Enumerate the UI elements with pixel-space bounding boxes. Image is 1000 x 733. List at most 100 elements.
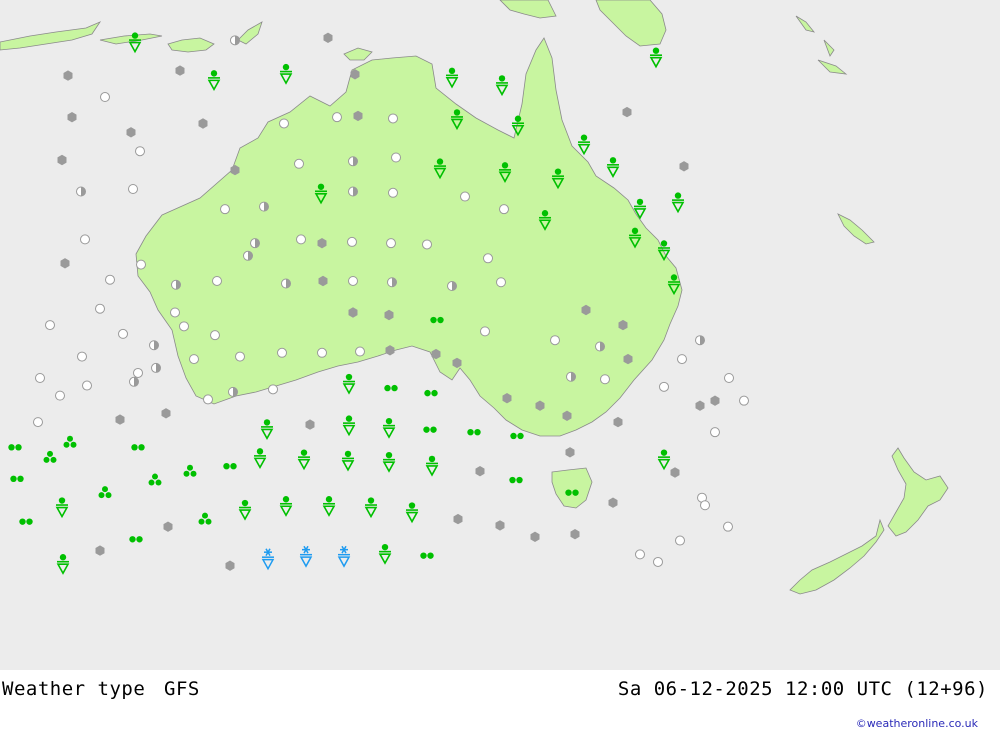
- partly-cloudy-symbol: [566, 371, 576, 382]
- rain-dot-icon: [148, 479, 155, 486]
- partly-cloudy-symbol: [348, 186, 358, 197]
- clear-symbol: [45, 320, 55, 331]
- drizzle-dot-icon: [430, 316, 437, 324]
- clear-symbol: [170, 307, 180, 318]
- partly-cloudy-symbol: [151, 362, 161, 373]
- clear-sky-icon: [105, 274, 115, 285]
- clear-symbol: [189, 354, 199, 365]
- drizzle-dot-icon: [430, 426, 437, 433]
- clear-symbol: [332, 112, 342, 123]
- clear-symbol: [203, 394, 213, 405]
- drizzle-dot-icon: [516, 476, 523, 484]
- shower-drop-icon: [408, 502, 416, 509]
- clear-symbol: [279, 118, 289, 129]
- rain-dot-icon: [63, 441, 70, 448]
- clear-symbol: [296, 234, 306, 245]
- clear-sky-icon: [388, 113, 398, 124]
- rain-dot-icon: [43, 456, 50, 463]
- shower-drop-icon: [210, 70, 218, 77]
- drizzle-dot-icon: [423, 426, 430, 433]
- drizzle-dot-icon: [19, 518, 26, 525]
- clear-sky-icon: [135, 146, 145, 157]
- clear-symbol: [700, 500, 710, 511]
- rain-dot-icon: [190, 470, 197, 477]
- clear-sky-icon: [277, 347, 287, 358]
- partly-cloudy-symbol: [447, 281, 457, 292]
- clear-symbol: [179, 321, 189, 332]
- clear-symbol: [391, 152, 401, 163]
- clear-sky-icon: [133, 367, 143, 378]
- drizzle-dot-icon: [467, 428, 474, 436]
- drizzle-dot-icon: [15, 444, 22, 451]
- clear-symbol: [710, 427, 720, 438]
- clear-sky-icon: [460, 191, 470, 202]
- clear-sky-icon: [82, 380, 92, 391]
- clear-sky-icon: [95, 303, 105, 314]
- shower-drop-icon: [428, 455, 436, 463]
- shower-drop-icon: [541, 210, 549, 217]
- clear-symbol: [55, 390, 65, 401]
- shower-drop-icon: [514, 115, 522, 122]
- clear-symbol: [294, 158, 304, 169]
- shower-drop-icon: [317, 183, 325, 190]
- drizzle-dot-icon: [572, 489, 579, 496]
- clear-sky-icon: [118, 328, 128, 339]
- clear-symbol: [277, 347, 287, 358]
- clear-sky-icon: [723, 521, 733, 532]
- partly-cloudy-symbol: [171, 279, 181, 290]
- clear-symbol: [80, 234, 90, 245]
- shower-drop-icon: [652, 47, 660, 54]
- clear-symbol: [600, 374, 610, 385]
- partly-cloudy-symbol: [149, 340, 159, 351]
- clear-sky-icon: [33, 417, 43, 428]
- shower-drop-icon: [670, 274, 678, 281]
- clear-symbol: [135, 146, 145, 157]
- clear-symbol: [460, 191, 470, 202]
- shower-drop-icon: [282, 63, 290, 71]
- credit-link[interactable]: ©weatheronline.co.uk: [856, 717, 978, 730]
- drizzle-dot-icon: [230, 463, 237, 470]
- rain-dot-icon: [187, 464, 193, 471]
- shower-drop-icon: [325, 496, 333, 503]
- partly-cloudy-symbol: [281, 278, 291, 289]
- partly-cloudy-symbol: [129, 376, 139, 387]
- partly-cloudy-symbol: [76, 186, 86, 197]
- drizzle-dot-icon: [384, 384, 391, 392]
- shower-drop-icon: [448, 67, 456, 75]
- clear-symbol: [220, 204, 230, 215]
- clear-sky-icon: [659, 381, 669, 392]
- shower-drop-icon: [263, 419, 271, 426]
- partly-cloudy-symbol: [695, 335, 705, 346]
- rain-dot-icon: [105, 492, 112, 499]
- shower-drop-icon: [453, 109, 461, 116]
- shower-drop-icon: [660, 240, 668, 247]
- clear-symbol: [675, 535, 685, 546]
- clear-sky-icon: [391, 152, 401, 163]
- clear-sky-icon: [179, 321, 189, 332]
- clear-symbol: [388, 113, 398, 124]
- clear-sky-icon: [422, 239, 432, 250]
- clear-symbol: [483, 253, 493, 264]
- clear-symbol: [499, 204, 509, 215]
- clear-sky-icon: [355, 346, 365, 357]
- clear-symbol: [35, 373, 45, 383]
- clear-symbol: [77, 351, 87, 362]
- partly-cloudy-symbol: [228, 386, 238, 397]
- rain-dot-icon: [50, 456, 57, 463]
- clear-symbol: [388, 187, 398, 198]
- shower-drop-icon: [367, 497, 375, 504]
- clear-sky-icon: [739, 395, 749, 406]
- clear-symbol: [347, 236, 357, 247]
- clear-sky-icon: [677, 354, 687, 365]
- drizzle-dot-icon: [138, 444, 145, 451]
- clear-sky-icon: [386, 238, 396, 249]
- drizzle-dot-icon: [509, 476, 516, 484]
- clear-symbol: [95, 303, 105, 314]
- clear-sky-icon: [388, 187, 398, 198]
- clear-sky-icon: [496, 277, 506, 288]
- clear-sky-icon: [77, 351, 87, 362]
- clear-sky-icon: [499, 204, 509, 215]
- clear-symbol: [480, 326, 490, 337]
- clear-sky-icon: [294, 158, 304, 169]
- drizzle-dot-icon: [10, 475, 17, 482]
